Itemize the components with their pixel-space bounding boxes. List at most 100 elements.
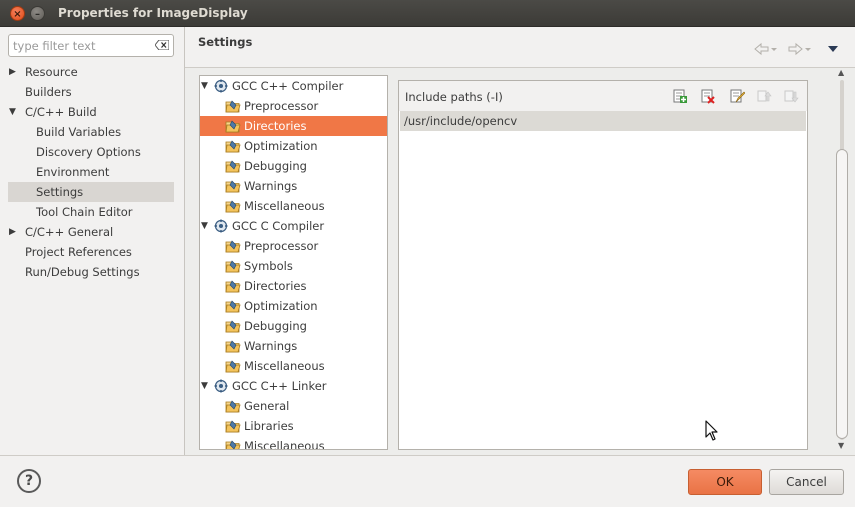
page-title: Settings <box>198 35 253 49</box>
view-menu-icon[interactable] <box>828 46 838 52</box>
sidebar-item-settings[interactable]: Settings <box>8 182 174 202</box>
option-category-icon <box>225 299 241 313</box>
sidebar-item-environment[interactable]: Environment <box>8 162 174 182</box>
include-path-entry[interactable]: /usr/include/opencv <box>400 111 806 131</box>
tool-option-miscellaneous[interactable]: Miscellaneous <box>200 356 387 376</box>
tool-option-debugging[interactable]: Debugging <box>200 156 387 176</box>
property-nav-tree: ▶ Resource Builders ▼ C/C++ Build Build Varia… <box>8 62 174 282</box>
back-arrow-icon[interactable] <box>754 42 777 56</box>
tree-item-label: GCC C++ Linker <box>232 379 327 393</box>
sidebar-item-c-c-general[interactable]: ▶ C/C++ General <box>8 222 174 242</box>
include-paths-title: Include paths (-I) <box>405 90 503 104</box>
tool-option-miscellaneous[interactable]: Miscellaneous <box>200 436 387 449</box>
filter-input[interactable] <box>9 35 149 56</box>
help-button[interactable]: ? <box>17 469 41 493</box>
collapsed-arrow-icon[interactable]: ▶ <box>9 222 19 242</box>
sidebar-item-builders[interactable]: Builders <box>8 82 174 102</box>
option-category-icon <box>225 439 241 449</box>
history-nav <box>754 42 838 56</box>
window-title: Properties for ImageDisplay <box>58 6 248 20</box>
move-up-icon[interactable] <box>756 88 772 104</box>
option-category-icon <box>225 99 241 113</box>
tool-gear-icon <box>214 79 228 93</box>
mouse-pointer-icon <box>705 420 718 441</box>
tool-option-optimization[interactable]: Optimization <box>200 296 387 316</box>
sidebar-item-discovery-options[interactable]: Discovery Options <box>8 142 174 162</box>
tool-option-preprocessor[interactable]: Preprocessor <box>200 236 387 256</box>
tree-item-label: Miscellaneous <box>244 199 325 213</box>
scroll-down-icon[interactable]: ▼ <box>838 441 844 450</box>
scroll-up-icon[interactable]: ▲ <box>838 68 844 77</box>
tool-option-warnings[interactable]: Warnings <box>200 176 387 196</box>
include-paths-header: Include paths (-I) <box>399 81 807 111</box>
sidebar-item-project-references[interactable]: Project References <box>8 242 174 262</box>
vertical-scrollbar[interactable]: ▲ ▼ <box>835 68 849 452</box>
tree-item-label: Warnings <box>244 339 298 353</box>
expanded-arrow-icon[interactable]: ▼ <box>201 216 208 236</box>
sidebar-item-label: Resource <box>25 65 78 79</box>
cancel-button[interactable]: Cancel <box>769 469 844 495</box>
right-panel: Settings ▼ GCC C++ Compiler Preprocessor Di… <box>185 27 855 455</box>
forward-arrow-icon[interactable] <box>788 42 811 56</box>
delete-icon[interactable] <box>700 88 716 104</box>
expanded-arrow-icon[interactable]: ▼ <box>201 376 208 396</box>
clear-filter-icon[interactable] <box>155 40 169 50</box>
sidebar-item-label: Build Variables <box>36 125 122 139</box>
title-bar: × – Properties for ImageDisplay <box>0 0 855 27</box>
tool-option-general[interactable]: General <box>200 396 387 416</box>
minimize-window-button[interactable]: – <box>30 6 45 21</box>
tool-gcc-c-compiler[interactable]: ▼ GCC C Compiler <box>200 216 387 236</box>
sidebar-item-label: C/C++ General <box>25 225 114 239</box>
tree-item-label: Debugging <box>244 319 307 333</box>
sidebar-item-tool-chain-editor[interactable]: Tool Chain Editor <box>8 202 174 222</box>
tool-option-warnings[interactable]: Warnings <box>200 336 387 356</box>
tool-gcc-c-linker[interactable]: ▼ GCC C++ Linker <box>200 376 387 396</box>
tool-option-preprocessor[interactable]: Preprocessor <box>200 96 387 116</box>
close-window-button[interactable]: × <box>10 6 25 21</box>
filter-box <box>8 34 174 57</box>
sidebar-item-run-debug-settings[interactable]: Run/Debug Settings <box>8 262 174 282</box>
tool-option-miscellaneous[interactable]: Miscellaneous <box>200 196 387 216</box>
tree-item-label: Directories <box>244 279 307 293</box>
dialog-button-bar: ? OK Cancel <box>0 455 855 507</box>
option-category-icon <box>225 279 241 293</box>
tool-gear-icon <box>214 219 228 233</box>
sidebar-item-build-variables[interactable]: Build Variables <box>8 122 174 142</box>
tool-option-optimization[interactable]: Optimization <box>200 136 387 156</box>
tree-item-label: Optimization <box>244 139 318 153</box>
tool-gcc-c-compiler[interactable]: ▼ GCC C++ Compiler <box>200 76 387 96</box>
sidebar-item-label: Project References <box>25 245 132 259</box>
tool-gear-icon <box>214 379 228 393</box>
tree-item-label: GCC C Compiler <box>232 219 325 233</box>
tool-option-symbols[interactable]: Symbols <box>200 256 387 276</box>
option-category-icon <box>225 359 241 373</box>
option-category-icon <box>225 159 241 173</box>
tool-option-directories[interactable]: Directories <box>200 116 387 136</box>
sidebar-item-label: Settings <box>36 185 84 199</box>
move-down-icon[interactable] <box>783 88 799 104</box>
edit-icon[interactable] <box>729 88 745 104</box>
sidebar-item-resource[interactable]: ▶ Resource <box>8 62 174 82</box>
tree-item-label: Directories <box>244 119 307 133</box>
option-category-icon <box>225 259 241 273</box>
scroll-thumb[interactable] <box>836 149 848 439</box>
tool-option-debugging[interactable]: Debugging <box>200 316 387 336</box>
tool-option-directories[interactable]: Directories <box>200 276 387 296</box>
sidebar-item-label: Run/Debug Settings <box>25 265 140 279</box>
tree-item-label: Preprocessor <box>244 99 319 113</box>
expanded-arrow-icon[interactable]: ▼ <box>201 76 208 96</box>
tool-option-libraries[interactable]: Libraries <box>200 416 387 436</box>
sidebar-item-c-c-build[interactable]: ▼ C/C++ Build <box>8 102 174 122</box>
option-category-icon <box>225 199 241 213</box>
tree-item-label: Debugging <box>244 159 307 173</box>
add-icon[interactable] <box>672 88 688 104</box>
ok-button[interactable]: OK <box>688 469 762 495</box>
tree-item-label: Optimization <box>244 299 318 313</box>
sidebar-item-label: Builders <box>25 85 72 99</box>
option-category-icon <box>225 139 241 153</box>
option-category-icon <box>225 179 241 193</box>
tree-item-label: GCC C++ Compiler <box>232 79 344 93</box>
collapsed-arrow-icon[interactable]: ▶ <box>9 62 19 82</box>
tree-item-label: Libraries <box>244 419 294 433</box>
expanded-arrow-icon[interactable]: ▼ <box>9 102 19 122</box>
